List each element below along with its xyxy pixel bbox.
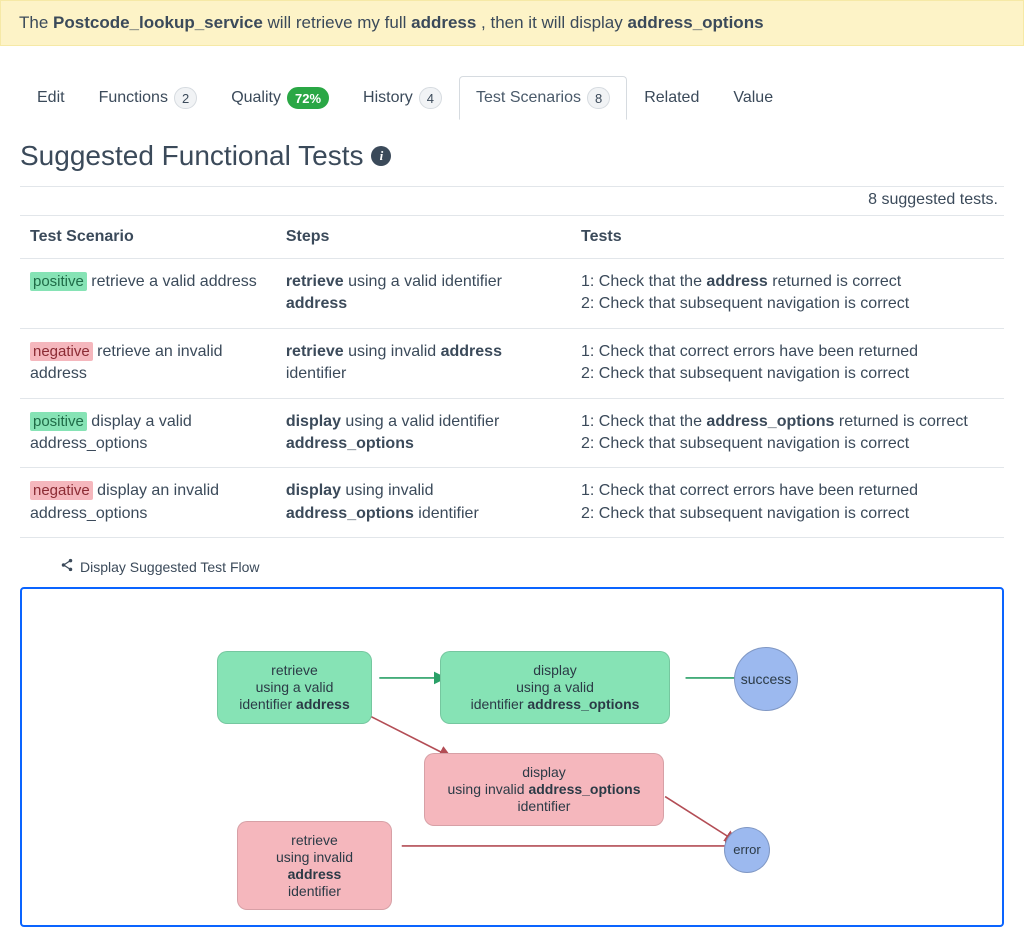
tab-related[interactable]: Related — [627, 78, 716, 118]
test-line: 2: Check that subsequent navigation is c… — [581, 363, 994, 385]
tests-cell: 1: Check that the address_options return… — [571, 398, 1004, 468]
tab-bar: Edit Functions 2 Quality 72% History 4 T… — [20, 76, 1004, 120]
scenario-cell: positive retrieve a valid address — [20, 259, 276, 329]
test-flow-diagram: retrieve using a valid identifier addres… — [20, 587, 1004, 927]
tab-edit[interactable]: Edit — [20, 78, 82, 118]
flow-toggle-label: Display Suggested Test Flow — [80, 559, 260, 575]
col-scenario: Test Scenario — [20, 216, 276, 259]
flow-node-retrieve-valid[interactable]: retrieve using a valid identifier addres… — [217, 651, 372, 723]
context-banner: The Postcode_lookup_service will retriev… — [0, 0, 1024, 46]
steps-cell: retrieve using invalid address identifie… — [276, 328, 571, 398]
history-count-badge: 4 — [419, 87, 442, 109]
scenario-cell: positive display a valid address_options — [20, 398, 276, 468]
scenarios-count-badge: 8 — [587, 87, 610, 109]
functions-count-badge: 2 — [174, 87, 197, 109]
table-row[interactable]: positive display a valid address_options… — [20, 398, 1004, 468]
tab-functions[interactable]: Functions 2 — [82, 76, 215, 120]
tests-cell: 1: Check that correct errors have been r… — [571, 468, 1004, 538]
flow-node-success[interactable]: success — [734, 647, 798, 711]
steps-cell: display using invalid address_options id… — [276, 468, 571, 538]
tab-test-scenarios[interactable]: Test Scenarios 8 — [459, 76, 627, 120]
table-row[interactable]: negative display an invalid address_opti… — [20, 468, 1004, 538]
test-line: 2: Check that subsequent navigation is c… — [581, 293, 994, 315]
test-line: 2: Check that subsequent navigation is c… — [581, 433, 994, 455]
test-line: 1: Check that correct errors have been r… — [581, 341, 994, 363]
positive-tag: positive — [30, 412, 87, 431]
scenario-cell: negative retrieve an invalid address — [20, 328, 276, 398]
flow-node-error[interactable]: error — [724, 827, 770, 873]
display-test-flow-toggle[interactable]: Display Suggested Test Flow — [60, 558, 1004, 575]
tab-quality[interactable]: Quality 72% — [214, 76, 346, 120]
tests-cell: 1: Check that correct errors have been r… — [571, 328, 1004, 398]
col-tests: Tests — [571, 216, 1004, 259]
steps-cell: retrieve using a valid identifier addres… — [276, 259, 571, 329]
table-row[interactable]: positive retrieve a valid addressretriev… — [20, 259, 1004, 329]
share-icon — [60, 558, 74, 575]
section-title: Suggested Functional Tests i — [20, 140, 1004, 172]
positive-tag: positive — [30, 272, 87, 291]
test-line: 1: Check that correct errors have been r… — [581, 480, 994, 502]
table-row[interactable]: negative retrieve an invalid addressretr… — [20, 328, 1004, 398]
tests-cell: 1: Check that the address returned is co… — [571, 259, 1004, 329]
banner-service: Postcode_lookup_service — [53, 13, 263, 32]
test-line: 1: Check that the address_options return… — [581, 411, 994, 433]
negative-tag: negative — [30, 481, 93, 500]
scenario-cell: negative display an invalid address_opti… — [20, 468, 276, 538]
test-scenarios-table: Test Scenario Steps Tests positive retri… — [20, 215, 1004, 538]
tests-summary: 8 suggested tests. — [20, 186, 1004, 215]
flow-node-display-valid[interactable]: display using a valid identifier address… — [440, 651, 670, 723]
info-icon[interactable]: i — [371, 146, 391, 166]
steps-cell: display using a valid identifier address… — [276, 398, 571, 468]
negative-tag: negative — [30, 342, 93, 361]
test-line: 1: Check that the address returned is co… — [581, 271, 994, 293]
test-line: 2: Check that subsequent navigation is c… — [581, 503, 994, 525]
tab-history[interactable]: History 4 — [346, 76, 459, 120]
flow-node-retrieve-invalid[interactable]: retrieve using invalid address identifie… — [237, 821, 392, 910]
banner-text: The — [19, 13, 53, 32]
quality-pct-badge: 72% — [287, 87, 329, 109]
flow-node-display-invalid[interactable]: display using invalid address_options id… — [424, 753, 664, 825]
tab-value[interactable]: Value — [716, 78, 790, 118]
col-steps: Steps — [276, 216, 571, 259]
